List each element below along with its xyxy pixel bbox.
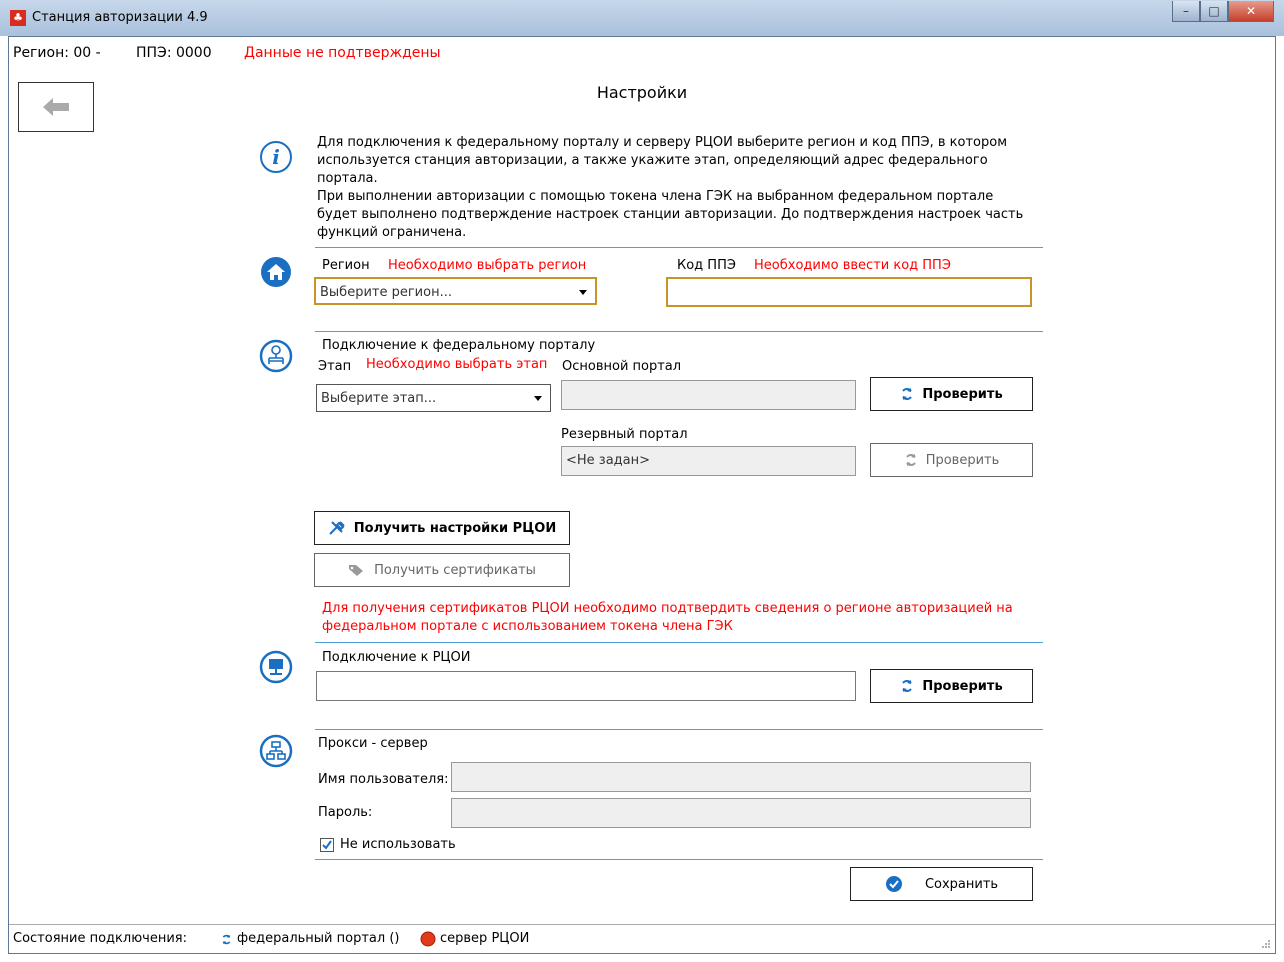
- proxy-password-label: Пароль:: [318, 805, 373, 820]
- federal-portal-status: федеральный портал (): [237, 931, 400, 946]
- reserve-portal-field: <Не задан>: [561, 446, 856, 476]
- ppe-code-error: Необходимо ввести код ППЭ: [754, 258, 951, 273]
- get-certificates-label: Получить сертификаты: [374, 562, 536, 578]
- chevron-down-icon: [534, 396, 542, 401]
- status-bar: Состояние подключения: федеральный порта…: [9, 924, 1275, 953]
- main-portal-field: [561, 380, 856, 410]
- stage-label: Этап: [318, 359, 352, 374]
- check-main-portal-label: Проверить: [922, 386, 1003, 402]
- rcoi-connection-title: Подключение к РЦОИ: [322, 650, 471, 665]
- ppe-code-label: Код ППЭ: [677, 258, 736, 273]
- region-select[interactable]: Выберите регион...: [314, 277, 597, 305]
- svg-text:i: i: [272, 145, 280, 169]
- app-icon: ♣: [10, 10, 26, 26]
- app-frame: Регион: 00 - ППЭ: 0000 Данные не подтвер…: [8, 36, 1276, 954]
- get-certificates-button[interactable]: Получить сертификаты: [314, 553, 570, 587]
- proxy-network-icon: [259, 734, 293, 768]
- window-titlebar[interactable]: ♣ Станция авторизации 4.9 – □ ✕: [0, 0, 1284, 36]
- minimize-button[interactable]: –: [1172, 1, 1200, 22]
- check-main-portal-button[interactable]: Проверить: [870, 377, 1033, 411]
- region-indicator: Регион: 00 -: [13, 45, 101, 61]
- reserve-portal-label: Резервный портал: [561, 427, 688, 442]
- data-status: Данные не подтверждены: [244, 45, 441, 61]
- checkmark-icon: [322, 840, 332, 850]
- separator: [315, 247, 1043, 248]
- certificates-warning: Для получения сертификатов РЦОИ необходи…: [322, 601, 1013, 634]
- proxy-password-input[interactable]: [451, 798, 1031, 828]
- maximize-button[interactable]: □: [1200, 1, 1228, 22]
- refresh-icon: [222, 934, 231, 945]
- region-error: Необходимо выбрать регион: [388, 258, 587, 273]
- ppe-code-input[interactable]: [666, 277, 1032, 307]
- main-portal-label: Основной портал: [562, 359, 682, 374]
- stage-select[interactable]: Выберите этап...: [316, 384, 551, 412]
- stage-select-value: Выберите этап...: [321, 391, 437, 406]
- check-reserve-portal-button[interactable]: Проверить: [870, 443, 1033, 477]
- get-rcoi-settings-button[interactable]: Получить настройки РЦОИ: [314, 511, 570, 545]
- no-proxy-label: Не использовать: [340, 837, 456, 852]
- refresh-icon: [902, 388, 913, 400]
- connection-status-label: Состояние подключения:: [13, 931, 187, 946]
- separator: [315, 331, 1043, 332]
- rcoi-server-status: сервер РЦОИ: [440, 931, 530, 946]
- status-red-dot-icon: [420, 931, 436, 947]
- top-status-bar: Регион: 00 - ППЭ: 0000 Данные не подтвер…: [9, 37, 1275, 73]
- check-circle-icon: [885, 876, 902, 892]
- save-button[interactable]: Сохранить: [850, 867, 1033, 901]
- monitor-icon: [259, 650, 293, 684]
- region-label: Регион: [322, 258, 370, 273]
- get-rcoi-settings-label: Получить настройки РЦОИ: [353, 520, 557, 536]
- portal-section-title: Подключение к федеральному порталу: [322, 338, 596, 353]
- home-icon: [261, 257, 291, 287]
- close-button[interactable]: ✕: [1228, 1, 1274, 22]
- rcoi-address-input[interactable]: [316, 671, 856, 701]
- refresh-icon: [902, 680, 913, 692]
- window-controls: – □ ✕: [1172, 1, 1274, 22]
- info-icon: i: [260, 141, 292, 173]
- separator: [315, 729, 1043, 730]
- tools-icon: [329, 521, 345, 535]
- proxy-user-label: Имя пользователя:: [318, 772, 449, 787]
- proxy-title: Прокси - сервер: [318, 736, 428, 751]
- tags-icon: [349, 565, 364, 576]
- ppe-indicator: ППЭ: 0000: [136, 45, 212, 61]
- chevron-down-icon: [579, 290, 587, 295]
- no-proxy-checkbox[interactable]: [320, 838, 334, 852]
- separator: [315, 642, 1043, 643]
- network-globe-icon: [259, 339, 293, 373]
- info-text: Для подключения к федеральному порталу и…: [317, 135, 1024, 240]
- proxy-user-input[interactable]: [451, 762, 1031, 792]
- stage-error: Необходимо выбрать этап: [366, 357, 548, 372]
- resize-grip-icon[interactable]: [1261, 939, 1271, 949]
- check-reserve-portal-label: Проверить: [925, 452, 1000, 468]
- region-select-value: Выберите регион...: [320, 285, 452, 300]
- page-title: Настройки: [596, 83, 688, 102]
- refresh-icon: [905, 454, 916, 466]
- check-rcoi-label: Проверить: [922, 678, 1003, 694]
- save-label: Сохранить: [924, 876, 999, 892]
- window-title: Станция авторизации 4.9: [32, 10, 208, 25]
- separator: [315, 859, 1043, 860]
- check-rcoi-button[interactable]: Проверить: [870, 669, 1033, 703]
